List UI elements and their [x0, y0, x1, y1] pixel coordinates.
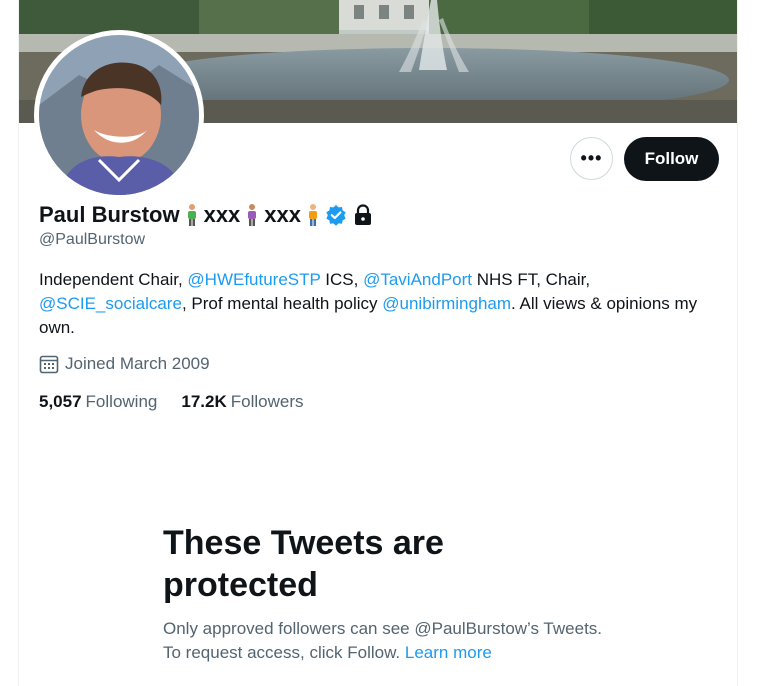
- profile-name-row: Paul Burstow xxx xxx: [39, 200, 373, 230]
- protected-title: These Tweets are protected: [163, 524, 444, 604]
- verified-badge-icon[interactable]: [325, 204, 347, 226]
- calendar-icon: [39, 354, 59, 374]
- name-extra-text: xxx: [203, 202, 241, 227]
- profile-stats: 5,057 Following 17.2K Followers: [39, 392, 303, 412]
- person-emoji-icon: [186, 203, 198, 227]
- bio-text: Independent Chair,: [39, 270, 188, 289]
- learn-more-link[interactable]: Learn more: [405, 643, 492, 662]
- protected-lock-icon: [353, 204, 373, 226]
- person-emoji-icon: [307, 203, 319, 227]
- followers-label: Followers: [230, 392, 304, 411]
- protected-message: Only approved followers can see @PaulBur…: [163, 617, 603, 665]
- joined-text: Joined March 2009: [65, 354, 210, 373]
- bio-mention-link[interactable]: @SCIE_socialcare: [39, 294, 182, 313]
- following-link[interactable]: 5,057 Following: [39, 392, 157, 412]
- profile-bio: Independent Chair, @HWEfutureSTP ICS, @T…: [39, 268, 719, 340]
- profile-avatar[interactable]: [34, 30, 204, 200]
- bio-text: ICS,: [320, 270, 364, 289]
- follow-button[interactable]: Follow: [624, 137, 719, 181]
- following-count: 5,057: [39, 392, 82, 411]
- followers-link[interactable]: 17.2K Followers: [181, 392, 303, 412]
- bio-mention-link[interactable]: @TaviAndPort: [363, 270, 472, 289]
- profile-column: ••• Follow Paul Burstow xxx xxx @PaulBur…: [18, 0, 738, 686]
- following-label: Following: [85, 392, 158, 411]
- display-name: Paul Burstow: [39, 202, 180, 227]
- bio-mention-link[interactable]: @HWEfutureSTP: [187, 270, 320, 289]
- bio-text: , Prof mental health policy: [181, 294, 383, 313]
- bio-mention-link[interactable]: @unibirmingham: [382, 294, 511, 313]
- followers-count: 17.2K: [181, 392, 227, 411]
- name-extra-text: xxx: [264, 202, 302, 227]
- protected-text: Only approved followers can see @PaulBur…: [163, 619, 603, 662]
- bio-text: NHS FT, Chair,: [472, 270, 591, 289]
- joined-date: Joined March 2009: [39, 354, 210, 374]
- person-emoji-icon: [246, 203, 258, 227]
- profile-handle: @PaulBurstow: [39, 231, 146, 248]
- more-options-button[interactable]: •••: [570, 137, 613, 180]
